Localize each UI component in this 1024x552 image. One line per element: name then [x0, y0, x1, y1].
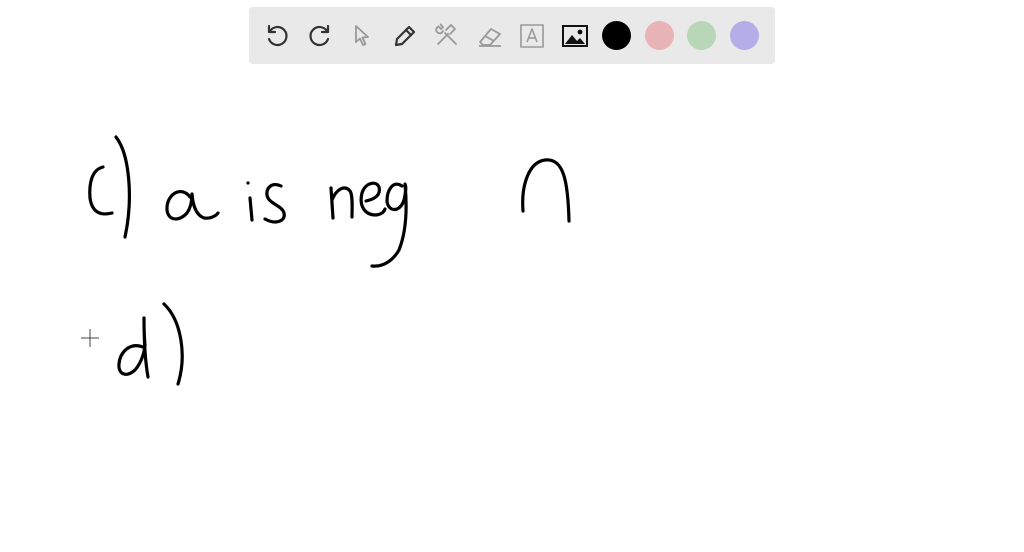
stroke-letter-n: [329, 186, 354, 220]
stroke-letter-e: [359, 181, 387, 217]
stroke-paren-1: [114, 135, 131, 239]
stroke-intersection: [521, 158, 571, 223]
stroke-paren-2: [162, 302, 184, 386]
crosshair-cursor-icon: [81, 329, 99, 347]
stroke-letter-c: [88, 165, 114, 216]
stroke-letter-i: [248, 196, 254, 222]
stroke-letter-d: [117, 316, 150, 379]
stroke-letter-i-dot: [246, 181, 250, 185]
whiteboard-canvas[interactable]: [0, 0, 1024, 552]
stroke-letter-s: [263, 183, 286, 224]
handwritten-strokes: [88, 135, 571, 386]
stroke-letter-a: [165, 190, 220, 221]
